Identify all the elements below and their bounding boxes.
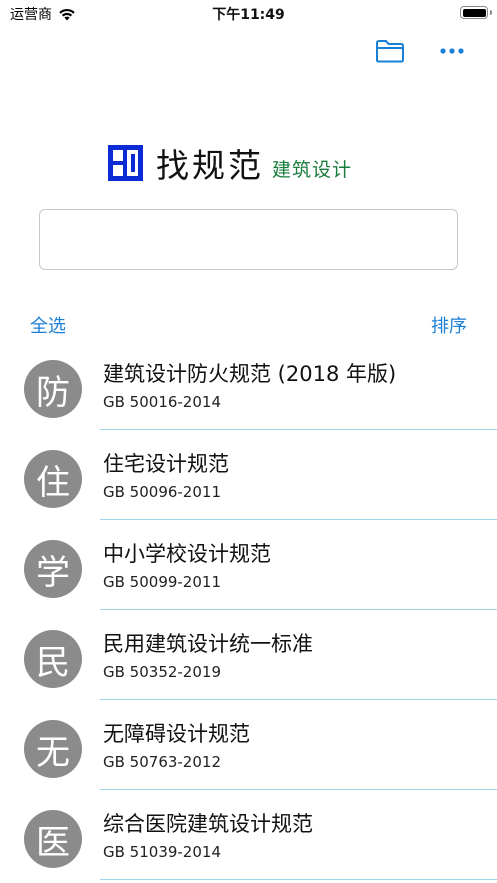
search-input[interactable] [40,210,457,269]
folder-icon [376,40,404,63]
list-item[interactable]: 民 民用建筑设计统一标准 GB 50352-2019 [0,610,497,700]
more-options-button[interactable] [434,36,470,66]
avatar: 防 [24,360,82,418]
standard-code: GB 50763-2012 [103,753,221,771]
standard-code: GB 50099-2011 [103,573,221,591]
standard-code: GB 50096-2011 [103,483,221,501]
standard-title: 综合医院建筑设计规范 [103,812,313,836]
standard-title: 建筑设计防火规范 (2018 年版) [103,362,397,386]
list-item[interactable]: 无 无障碍设计规范 GB 50763-2012 [0,700,497,790]
avatar: 住 [24,450,82,508]
list-item[interactable]: 住 住宅设计规范 GB 50096-2011 [0,430,497,520]
app-logo: 找规范 建筑设计 [107,140,352,186]
standard-title: 无障碍设计规范 [103,722,250,746]
select-all-button[interactable]: 全选 [30,312,66,338]
search-box[interactable] [39,209,458,270]
standard-code: GB 51039-2014 [103,843,221,861]
status-bar: 运营商 下午11:49 [0,0,497,26]
standard-title: 中小学校设计规范 [103,542,271,566]
folder-button[interactable] [372,36,408,66]
avatar: 学 [24,540,82,598]
standard-title: 住宅设计规范 [103,452,229,476]
status-time: 下午11:49 [212,7,285,23]
sort-button[interactable]: 排序 [431,312,467,338]
standard-title: 民用建筑设计统一标准 [103,632,313,656]
app-subtitle: 建筑设计 [272,158,353,181]
standard-code: GB 50016-2014 [103,393,221,411]
list-item[interactable]: 医 综合医院建筑设计规范 GB 51039-2014 [0,790,497,880]
standard-code: GB 50352-2019 [103,663,221,681]
list-item[interactable]: 防 建筑设计防火规范 (2018 年版) GB 50016-2014 [0,340,497,430]
app-title: 找规范 [156,146,264,185]
list-item[interactable]: 学 中小学校设计规范 GB 50099-2011 [0,520,497,610]
standards-list: 防 建筑设计防火规范 (2018 年版) GB 50016-2014 住 住宅设… [0,340,497,880]
avatar: 医 [24,810,82,868]
avatar: 民 [24,630,82,688]
ellipsis-icon [440,48,464,54]
avatar: 无 [24,720,82,778]
bd-logo-mark [108,145,143,181]
battery-icon [460,6,492,19]
divider [100,879,497,880]
